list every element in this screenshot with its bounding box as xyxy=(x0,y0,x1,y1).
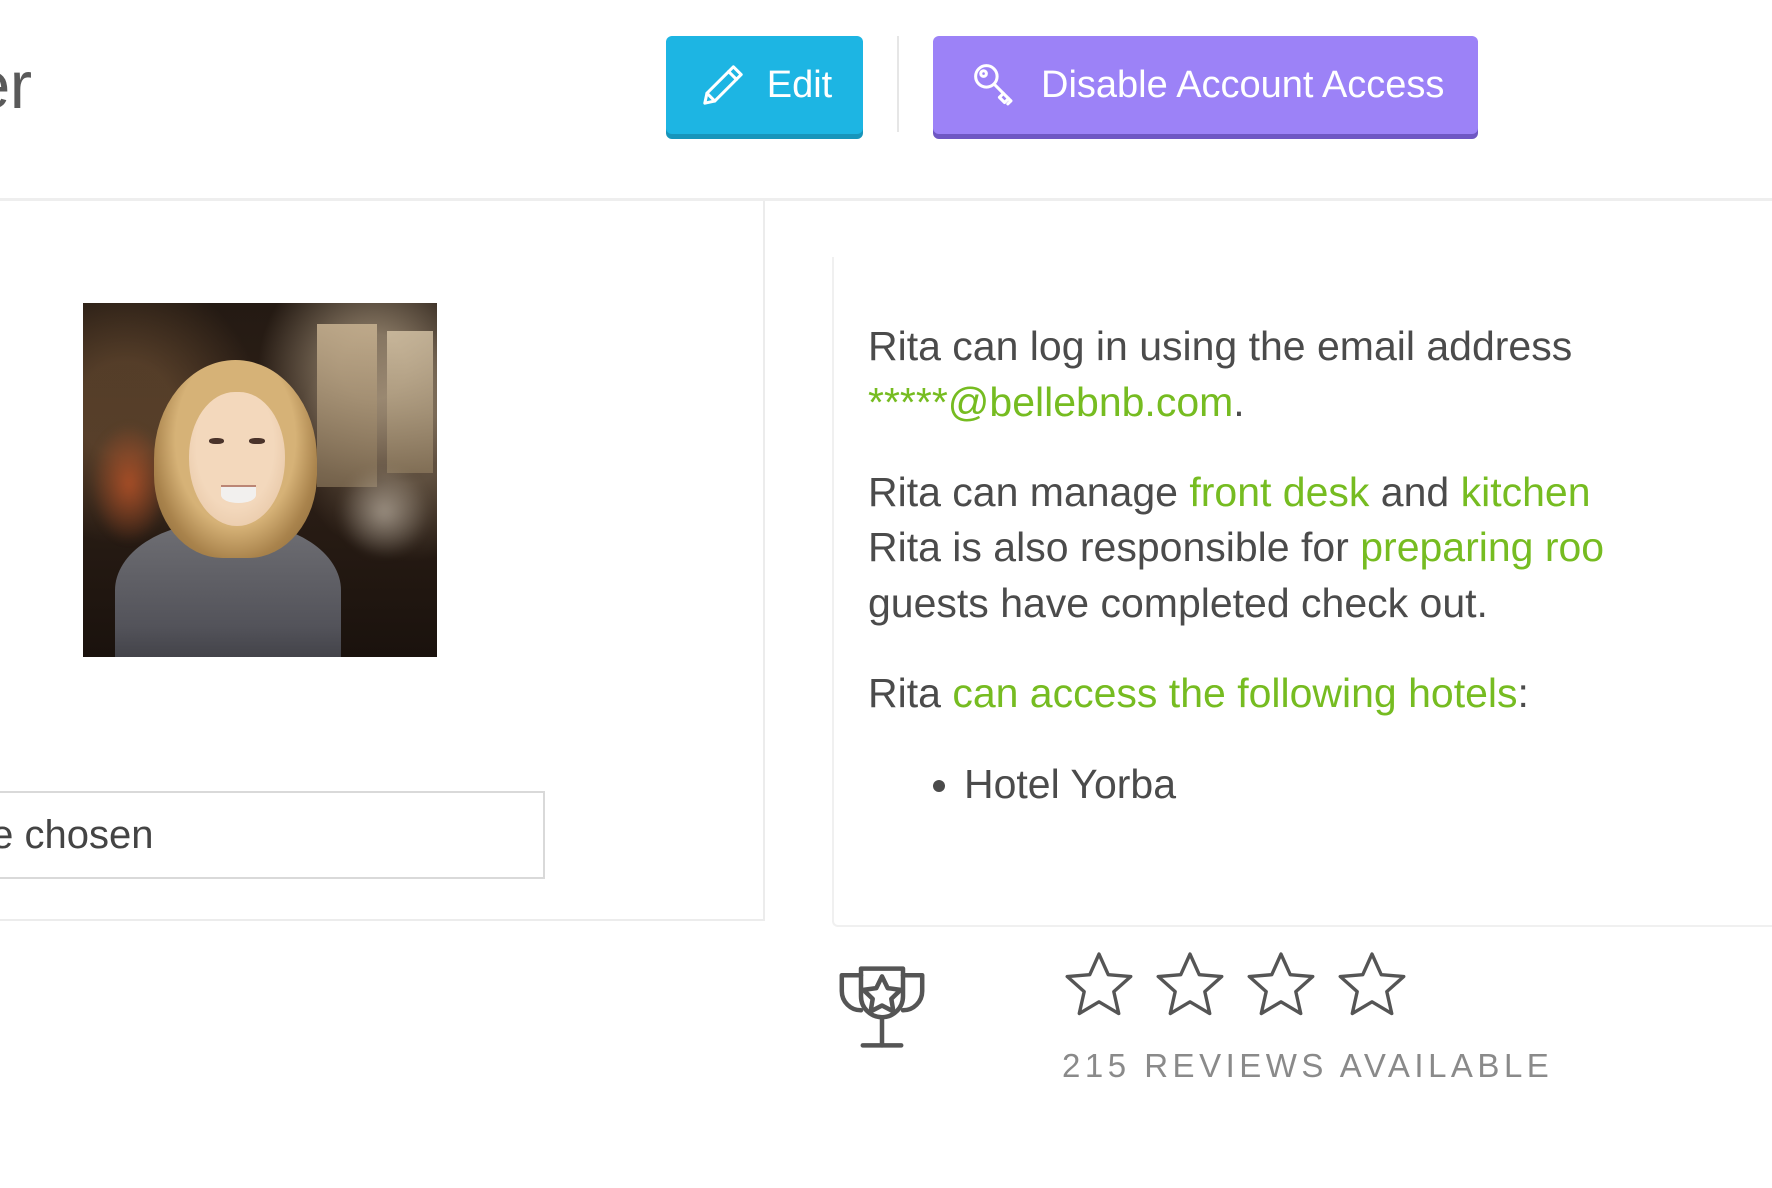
star-icon[interactable] xyxy=(1062,946,1136,1025)
login-email-period: . xyxy=(1233,378,1245,425)
login-email-paragraph: Rita can log in using the email address … xyxy=(868,319,1772,431)
page-title: ker xyxy=(0,48,32,123)
main-content: s image: ile No file chosen Rita can log… xyxy=(0,201,1772,1188)
reviews-available-label: 215 REVIEWS AVAILABLE xyxy=(1062,1047,1554,1084)
page-header: ker Edit xyxy=(0,0,1772,201)
pencil-icon xyxy=(697,59,749,111)
star-rating[interactable] xyxy=(1062,946,1409,1025)
avatar-photo xyxy=(83,303,437,657)
hotels-access-paragraph: Rita can access the following hotels: xyxy=(868,666,1772,722)
front-desk-link[interactable]: front desk xyxy=(1189,469,1369,515)
edit-button[interactable]: Edit xyxy=(666,36,863,134)
photo-face xyxy=(189,391,285,527)
login-email-text: Rita can log in using the email address xyxy=(868,323,1573,369)
key-icon xyxy=(967,57,1023,113)
hotels-access-colon: : xyxy=(1517,669,1529,716)
file-status-text: No file chosen xyxy=(0,812,154,857)
trophy-icon xyxy=(828,953,936,1078)
disable-account-access-button[interactable]: Disable Account Access xyxy=(933,36,1479,134)
also-responsible-text: Rita is also responsible for xyxy=(868,524,1361,571)
page-root: ker Edit xyxy=(0,0,1772,1188)
kitchen-link[interactable]: kitchen xyxy=(1461,469,1591,515)
edit-button-label: Edit xyxy=(766,64,833,106)
hotels-access-link[interactable]: can access the following hotels xyxy=(952,670,1517,716)
list-item: Hotel Yorba xyxy=(964,756,1772,813)
photo-window-left xyxy=(316,324,377,488)
star-icon[interactable] xyxy=(1153,946,1227,1025)
avatar xyxy=(83,303,437,657)
photo-background-figure-right xyxy=(337,465,430,558)
rita-text: Rita xyxy=(868,669,953,716)
header-action-bar: Edit Disable Account Access xyxy=(666,36,1479,134)
photo-eye-right xyxy=(249,437,265,445)
manage-text: Rita can manage xyxy=(868,468,1190,515)
reviews-section: 215 REVIEWS AVAILABLE xyxy=(828,946,1553,1085)
checkout-text: guests have completed check out. xyxy=(868,580,1488,626)
responsibilities-paragraph: Rita can manage front desk and kitchen R… xyxy=(868,465,1772,632)
account-info-card: Rita can log in using the email address … xyxy=(832,257,1772,927)
photo-window-right xyxy=(387,331,434,473)
preparing-rooms-link[interactable]: preparing roo xyxy=(1360,524,1604,570)
photo-eye-left xyxy=(208,437,225,445)
hotel-list: Hotel Yorba xyxy=(868,756,1772,813)
disable-account-access-label: Disable Account Access xyxy=(1041,64,1445,106)
and-text: and xyxy=(1369,468,1461,515)
header-divider xyxy=(897,36,899,132)
login-email-link[interactable]: *****@bellebnb.com xyxy=(868,379,1233,425)
profile-image-file-input[interactable]: ile No file chosen xyxy=(0,791,545,879)
star-icon[interactable] xyxy=(1335,946,1409,1025)
reviews-rating-block: 215 REVIEWS AVAILABLE xyxy=(1062,946,1553,1085)
star-icon[interactable] xyxy=(1244,946,1318,1025)
